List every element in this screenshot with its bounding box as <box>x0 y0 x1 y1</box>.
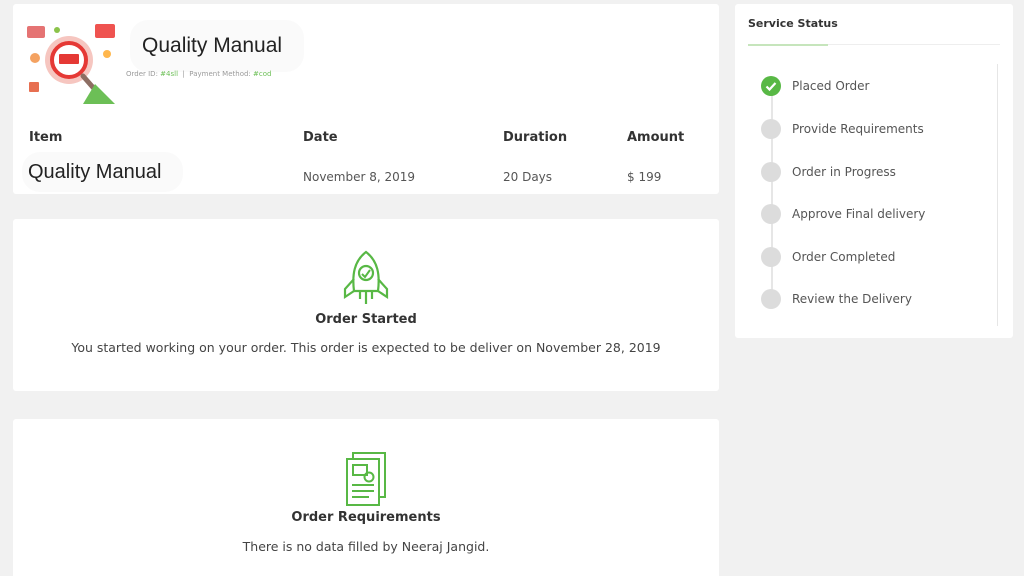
active-tab-underline <box>748 44 828 46</box>
document-icon <box>346 452 386 506</box>
order-started-card: Order Started You started working on you… <box>13 219 719 391</box>
status-scrollbar-track <box>997 64 998 326</box>
status-step-label: Approve Final delivery <box>792 207 926 221</box>
status-step-label: Placed Order <box>792 79 870 93</box>
pending-circle-icon <box>761 119 781 139</box>
order-id-label: Order ID: <box>126 70 158 78</box>
row-date: November 8, 2019 <box>303 170 416 184</box>
order-requirements-text: There is no data filled by Neeraj Jangid… <box>242 539 490 554</box>
pending-circle-icon <box>761 204 781 224</box>
order-requirements-card: Order Requirements There is no data fill… <box>13 419 719 576</box>
order-started-text: You started working on your order. This … <box>71 340 661 355</box>
row-amount: $ 199 <box>627 170 662 184</box>
status-step-label: Order in Progress <box>792 165 896 179</box>
service-status-title: Service Status <box>748 17 838 30</box>
column-header-amount: Amount <box>627 130 685 145</box>
order-started-title: Order Started <box>315 312 417 327</box>
meta-separator: | <box>182 70 185 78</box>
row-item: Quality Manual <box>22 152 184 192</box>
order-id-value: #4sll <box>160 70 179 78</box>
pending-circle-icon <box>761 247 781 267</box>
payment-method-label: Payment Method: <box>189 70 251 78</box>
header-divider <box>828 44 1000 45</box>
pending-circle-icon <box>761 289 781 309</box>
order-meta: Order ID: #4sll | Payment Method: #cod <box>126 70 271 78</box>
pending-circle-icon <box>761 162 781 182</box>
payment-method-value: #cod <box>253 70 272 78</box>
column-header-item: Item <box>29 130 63 145</box>
order-title: Quality Manual <box>130 20 305 72</box>
order-summary-card: Quality Manual Order ID: #4sll | Payment… <box>13 4 719 194</box>
order-requirements-title: Order Requirements <box>291 510 441 525</box>
column-header-duration: Duration <box>503 130 568 145</box>
rocket-icon <box>343 250 389 304</box>
product-thumbnail-illustration <box>17 14 129 104</box>
status-step-label: Provide Requirements <box>792 122 924 136</box>
status-step-label: Order Completed <box>792 250 896 264</box>
row-duration: 20 Days <box>503 170 553 184</box>
status-step-label: Review the Delivery <box>792 292 912 306</box>
check-circle-icon <box>761 76 781 96</box>
service-status-card: Service Status Placed Order Provide Requ… <box>735 4 1013 338</box>
column-header-date: Date <box>303 130 338 145</box>
